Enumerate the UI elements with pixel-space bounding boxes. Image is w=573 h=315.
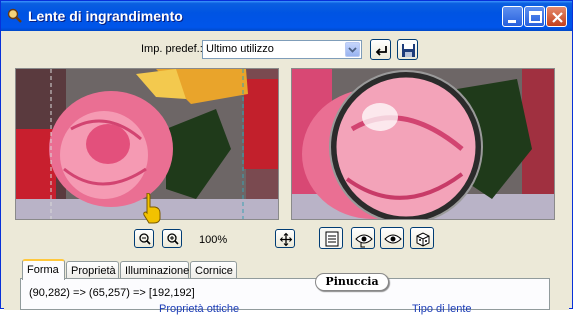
tab-cornice[interactable]: Cornice [190,261,237,279]
reset-icon [375,46,387,56]
preview-eye-button[interactable] [351,227,375,249]
proof-toggle-icon [325,231,339,247]
dropdown-arrow-button[interactable] [345,42,360,57]
magnified-image [292,69,554,219]
magnified-preview[interactable] [291,68,555,220]
preset-label: Imp. predef.: [141,43,203,55]
zoom-in-icon [167,233,179,245]
zoom-out-button[interactable] [134,229,154,248]
maximize-button[interactable] [524,6,545,27]
close-button[interactable] [546,6,567,27]
zoom-out-icon [139,233,151,245]
zoom-in-button[interactable] [162,229,182,248]
optical-properties-heading: Proprietà ottiche [159,303,240,315]
randomize-icon [416,232,430,247]
minimize-button[interactable] [502,6,523,27]
reset-button[interactable] [370,39,391,60]
preset-dropdown[interactable]: Ultimo utilizzo [202,40,362,59]
tab-illuminazione[interactable]: Illuminazione [120,261,189,279]
preset-value: Ultimo utilizzo [206,43,274,55]
chevron-down-icon [348,47,357,53]
pan-button[interactable] [275,229,295,248]
window-title: Lente di ingrandimento [28,8,183,24]
zoom-level: 100% [199,234,228,246]
preview-eye-alt-icon [384,234,402,244]
save-icon [402,44,415,57]
coordinates-readout: (90,282) => (65,257) => [192,192] [29,287,195,299]
hand-cursor-icon [143,193,161,224]
randomize-button[interactable] [410,227,434,249]
author-watermark: Pinuccia [315,273,389,291]
proof-toggle-button[interactable] [319,227,343,249]
maximize-icon [529,11,542,23]
save-button[interactable] [397,39,418,60]
tab-forma[interactable]: Forma [22,259,65,280]
title-bar[interactable]: Lente di ingrandimento [1,1,572,31]
close-icon [552,12,563,23]
lens-type-heading: Tipo di lente [412,303,472,315]
magnifier-app-icon [7,8,22,23]
preview-eye-icon [355,234,373,248]
preview-eye-alt-button[interactable] [380,227,404,249]
minimize-icon [508,20,516,23]
tab-proprieta[interactable]: Proprietà [66,261,119,279]
pan-icon [279,232,293,247]
dialog-window: Lente di ingrandimento Imp. predef.: Ult… [0,0,573,315]
